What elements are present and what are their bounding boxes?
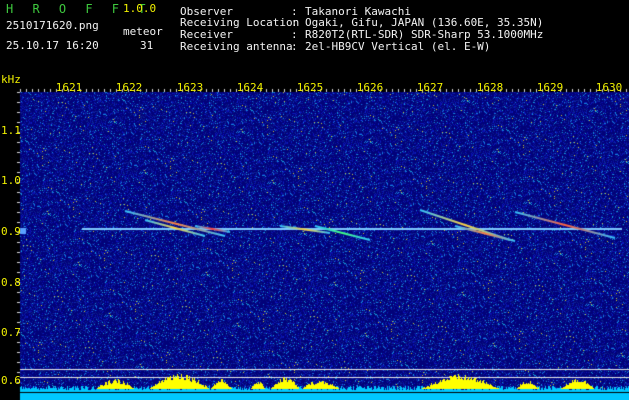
time-label-1627: 1627 bbox=[416, 81, 444, 94]
freq-label-0-6: 0.6 bbox=[1, 374, 21, 387]
freq-label-1-1: 1.1 bbox=[1, 124, 21, 137]
freq-label-1-0: 1.0 bbox=[1, 174, 21, 187]
time-label-1624: 1624 bbox=[236, 81, 264, 94]
time-label-1630: 1630 bbox=[595, 81, 623, 94]
app-version: 1.0.0 bbox=[123, 2, 157, 15]
time-label-1628: 1628 bbox=[476, 81, 504, 94]
meteor-count: 31 bbox=[140, 39, 154, 52]
time-label-1621: 1621 bbox=[55, 81, 83, 94]
time-label-1623: 1623 bbox=[176, 81, 204, 94]
info-antenna-key: Receiving antenna bbox=[180, 40, 293, 53]
freq-label-0-7: 0.7 bbox=[1, 326, 21, 339]
info-antenna-value: 2el-HB9CV Vertical (el. E-W) bbox=[305, 40, 491, 53]
time-label-1622: 1622 bbox=[115, 81, 143, 94]
time-label-1625: 1625 bbox=[296, 81, 324, 94]
meteor-label: meteor bbox=[123, 25, 163, 38]
filename: 2510171620.png bbox=[6, 19, 99, 32]
time-label-1629: 1629 bbox=[536, 81, 564, 94]
info-antenna-sep: : bbox=[291, 40, 298, 53]
timestamp: 25.10.17 16:20 bbox=[6, 39, 99, 52]
time-label-1626: 1626 bbox=[356, 81, 384, 94]
unit-label: kHz bbox=[1, 73, 21, 86]
freq-label-0-9: 0.9 bbox=[1, 225, 21, 238]
freq-label-0-8: 0.8 bbox=[1, 276, 21, 289]
spectrogram-canvas bbox=[0, 0, 629, 400]
